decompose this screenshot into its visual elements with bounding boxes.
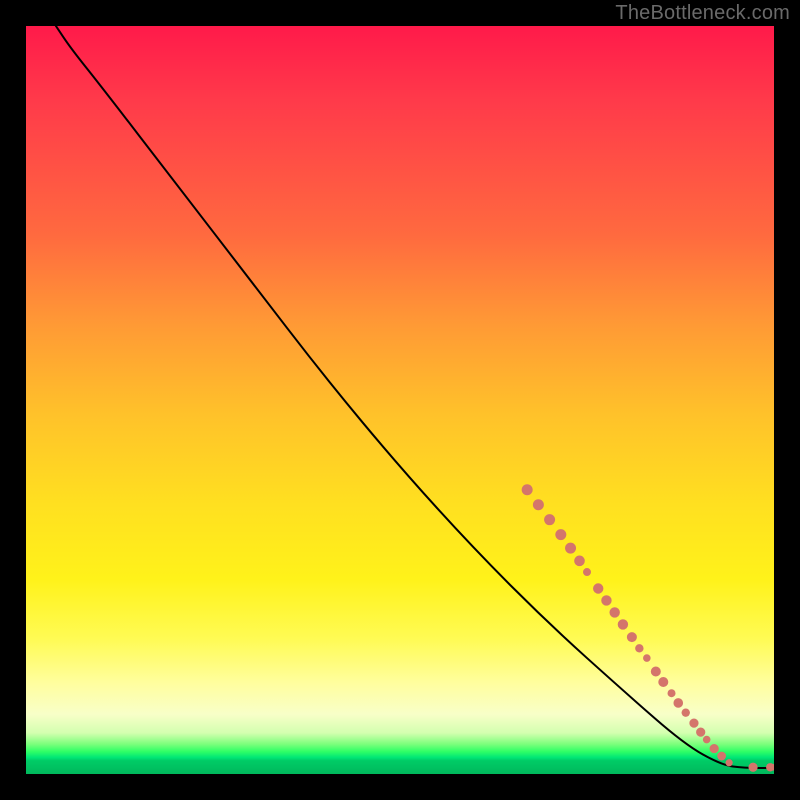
data-marker [717,752,726,761]
data-marker [609,607,619,617]
data-marker [673,698,683,708]
data-marker [522,484,533,495]
data-marker [627,632,637,642]
data-marker [682,708,690,716]
data-marker [583,568,591,576]
data-marker [574,556,585,567]
plot-area [26,26,774,774]
data-marker [668,689,676,697]
data-marker [544,514,555,525]
bottleneck-curve [56,26,774,768]
watermark-text: TheBottleneck.com [615,2,790,25]
data-marker [658,677,668,687]
data-marker [643,654,651,662]
data-marker [601,595,611,605]
data-marker [565,543,576,554]
data-marker [651,667,661,677]
data-marker [593,583,603,593]
data-marker [635,644,643,652]
data-marker [710,744,719,753]
data-marker [689,719,698,728]
data-marker [555,529,566,540]
chart-stage: TheBottleneck.com [0,0,800,800]
data-marker [618,619,628,629]
data-marker [726,759,733,766]
data-marker [703,736,711,744]
data-marker [696,728,705,737]
data-marker [748,763,757,772]
chart-svg [26,26,774,774]
data-markers [522,484,774,772]
data-marker [533,499,544,510]
